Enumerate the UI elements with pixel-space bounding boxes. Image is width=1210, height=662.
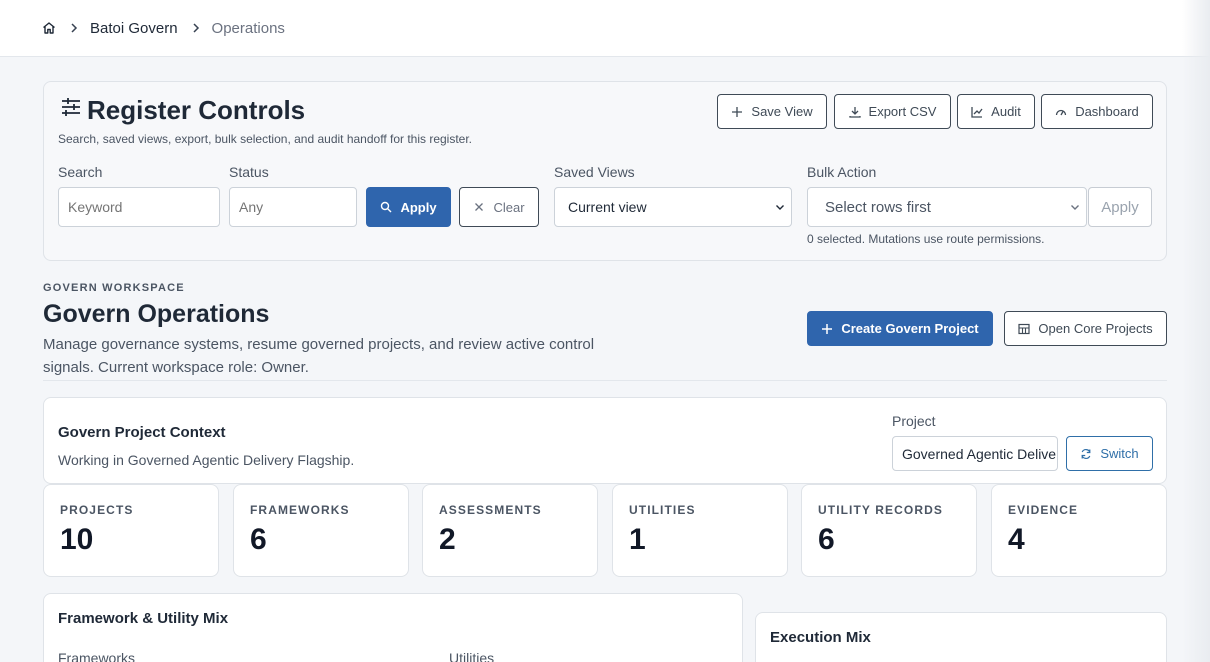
stat-card-utilities[interactable]: UTILITIES 1 [612,484,788,577]
stat-value: 10 [60,523,94,556]
plus-icon [821,323,833,335]
clear-button[interactable]: Clear [459,187,539,227]
framework-utility-mix-title: Framework & Utility Mix [58,610,229,627]
breadcrumb: Batoi Govern Operations [42,20,285,37]
page-title: Govern Operations [43,300,270,328]
search-label: Search [58,164,103,180]
chevron-down-icon [1070,202,1080,212]
create-govern-project-button[interactable]: Create Govern Project [807,311,993,346]
stat-value: 6 [250,523,267,556]
export-csv-button[interactable]: Export CSV [834,94,951,129]
top-bar: Batoi Govern Operations [0,0,1210,57]
frameworks-label: Frameworks [58,650,136,662]
plus-icon [731,106,743,118]
gauge-icon [1055,106,1067,118]
project-value: Governed Agentic Delivery Flagship [902,445,1057,462]
stat-value: 4 [1008,523,1025,556]
bulk-action-select[interactable]: Select rows first [807,187,1087,227]
table-icon [1018,323,1031,335]
project-field[interactable]: Governed Agentic Delivery Flagship [892,436,1058,471]
download-icon [848,106,861,118]
switch-project-button[interactable]: Switch [1066,436,1153,471]
export-csv-label: Export CSV [868,104,937,119]
create-govern-project-label: Create Govern Project [841,321,979,336]
clear-label: Clear [493,199,525,215]
stat-value: 1 [629,523,646,556]
status-input[interactable] [229,187,357,227]
stat-label: PROJECTS [60,503,134,517]
register-controls-panel: Register Controls Search, saved views, e… [43,81,1167,261]
execution-mix-card: Execution Mix [755,612,1167,662]
stat-card-utility-records[interactable]: UTILITY RECORDS 6 [801,484,977,577]
dashboard-label: Dashboard [1075,104,1139,119]
bulk-apply-button[interactable]: Apply [1088,187,1152,227]
stat-card-frameworks[interactable]: FRAMEWORKS 6 [233,484,409,577]
saved-views-label: Saved Views [554,164,635,180]
project-context-title: Govern Project Context [58,424,226,441]
search-input[interactable] [58,187,220,227]
search-icon [380,201,392,213]
save-view-label: Save View [751,104,813,119]
scrollbar-track[interactable] [1182,0,1210,662]
framework-utility-mix-card: Framework & Utility Mix Frameworks Utili… [43,593,743,662]
close-icon [473,201,485,213]
open-core-projects-button[interactable]: Open Core Projects [1004,311,1167,346]
sliders-icon [60,97,82,117]
bulk-selection-hint: 0 selected. Mutations use route permissi… [807,232,1045,246]
project-label: Project [892,413,936,429]
breadcrumb-current: Operations [211,19,285,37]
apply-filter-button[interactable]: Apply [366,187,451,227]
status-label: Status [229,164,269,180]
chevron-right-icon [192,23,200,33]
section-divider [43,380,1167,381]
bulk-action-label: Bulk Action [807,164,877,180]
switch-label: Switch [1100,446,1139,461]
stat-card-assessments[interactable]: ASSESSMENTS 2 [422,484,598,577]
chart-line-icon [971,106,983,118]
saved-views-value: Current view [568,199,647,215]
utilities-label: Utilities [449,650,495,662]
open-core-projects-label: Open Core Projects [1038,321,1153,336]
workspace-eyebrow: GOVERN WORKSPACE [43,282,185,294]
apply-label: Apply [400,199,437,215]
home-icon[interactable] [42,21,56,35]
refresh-icon [1080,448,1092,460]
audit-button[interactable]: Audit [957,94,1035,129]
execution-mix-title: Execution Mix [770,629,871,646]
workspace-description: Manage governance systems, resume govern… [43,336,595,376]
stat-value: 2 [439,523,456,556]
bulk-apply-label: Apply [1101,198,1139,216]
stat-label: ASSESSMENTS [439,503,542,517]
chevron-down-icon [775,202,785,212]
saved-views-select[interactable]: Current view [554,187,792,227]
stat-label: UTILITY RECORDS [818,503,943,517]
chevron-right-icon [70,23,78,33]
stat-card-evidence[interactable]: EVIDENCE 4 [991,484,1167,577]
stat-label: EVIDENCE [1008,503,1079,517]
project-context-description: Working in Governed Agentic Delivery Fla… [58,452,355,468]
stat-value: 6 [818,523,835,556]
dashboard-button[interactable]: Dashboard [1041,94,1153,129]
stat-label: FRAMEWORKS [250,503,350,517]
save-view-button[interactable]: Save View [717,94,827,129]
project-context-card: Govern Project Context Working in Govern… [43,397,1167,484]
bulk-action-value: Select rows first [825,198,931,216]
audit-label: Audit [991,104,1021,119]
register-title: Register Controls [87,95,306,125]
register-subtitle: Search, saved views, export, bulk select… [58,132,473,146]
breadcrumb-workspace[interactable]: Batoi Govern [90,20,178,37]
stat-card-projects[interactable]: PROJECTS 10 [43,484,219,577]
stat-label: UTILITIES [629,503,696,517]
